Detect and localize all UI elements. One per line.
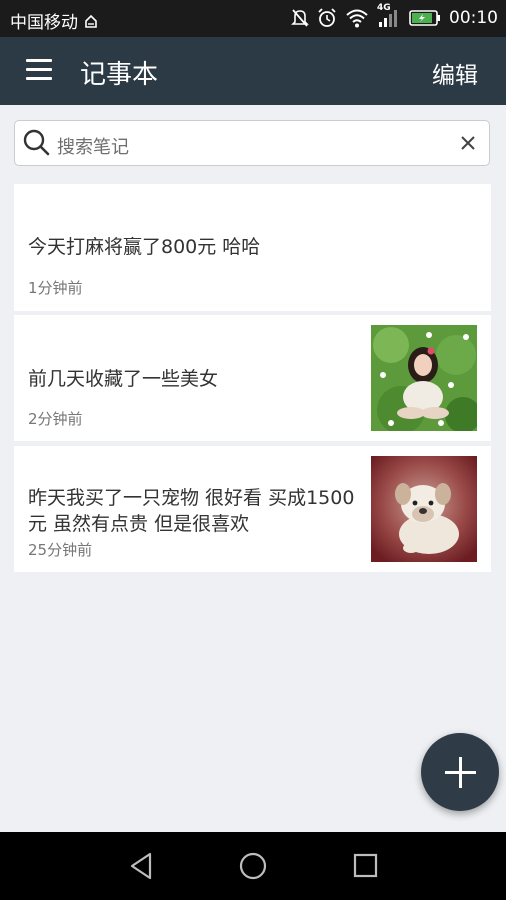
status-bar: 中国移动 4G 00:10 — [0, 0, 506, 37]
note-time: 2分钟前 — [28, 410, 83, 428]
edit-button[interactable]: 编辑 — [432, 56, 478, 90]
wifi-icon — [346, 9, 368, 28]
mute-icon — [291, 9, 309, 27]
note-card[interactable]: 今天打麻将赢了800元 哈哈 1分钟前 — [14, 184, 491, 311]
search-placeholder: 搜索笔记 — [57, 137, 129, 158]
search-input[interactable]: 搜索笔记 — [14, 120, 490, 166]
note-card[interactable]: 前几天收藏了一些美女 2分钟前 — [14, 315, 491, 441]
carrier-label: 中国移动 — [10, 8, 99, 33]
close-icon[interactable] — [459, 134, 477, 152]
carrier-name: 中国移动 — [10, 13, 78, 33]
note-time: 25分钟前 — [28, 541, 93, 559]
note-text: 昨天我买了一只宠物 很好看 买成1500元 虽然有点贵 但是很喜欢 — [28, 487, 355, 535]
app-bar: 记事本 编辑 — [0, 37, 506, 105]
notification-icon — [85, 14, 98, 28]
app-title: 记事本 — [80, 60, 159, 90]
home-icon[interactable] — [238, 851, 268, 881]
cell-signal: 4G — [377, 3, 401, 29]
menu-icon[interactable] — [26, 59, 52, 81]
alarm-icon — [318, 8, 336, 27]
note-text: 今天打麻将赢了800元 哈哈 — [28, 236, 261, 258]
signal-icon — [379, 10, 397, 27]
note-thumbnail — [371, 456, 477, 562]
note-time: 1分钟前 — [28, 279, 83, 297]
search-icon — [23, 129, 50, 156]
back-icon[interactable] — [128, 851, 156, 881]
note-thumbnail — [371, 325, 477, 431]
status-icons: 4G 00:10 — [291, 3, 498, 29]
add-note-button[interactable] — [421, 733, 499, 811]
note-text: 前几天收藏了一些美女 — [28, 368, 219, 390]
battery-icon — [409, 10, 440, 26]
recent-apps-icon[interactable] — [353, 853, 379, 879]
navigation-bar — [0, 832, 506, 900]
clock: 00:10 — [449, 8, 498, 28]
note-card[interactable]: 昨天我买了一只宠物 很好看 买成1500元 虽然有点贵 但是很喜欢 25分钟前 — [14, 446, 491, 572]
